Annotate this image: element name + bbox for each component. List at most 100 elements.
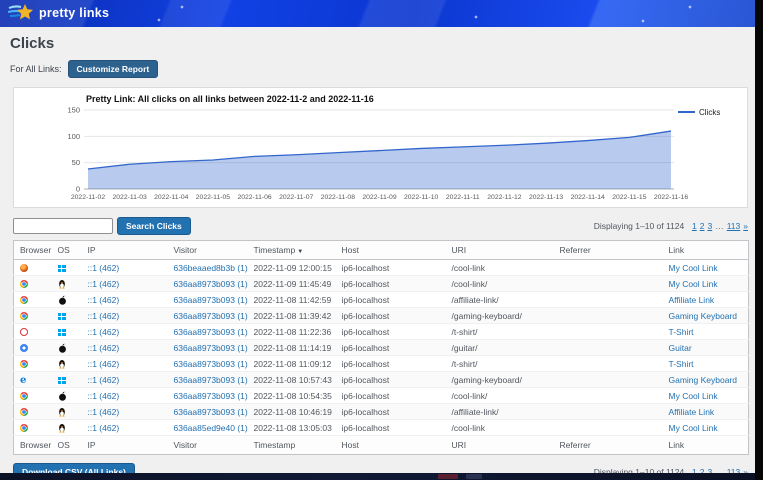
column-header-host[interactable]: Host: [336, 241, 446, 260]
pretty-link-link[interactable]: T-Shirt: [669, 359, 694, 369]
ip-link[interactable]: ::1 (462): [88, 391, 120, 401]
customize-report-button[interactable]: Customize Report: [68, 60, 159, 78]
ip-link[interactable]: ::1 (462): [88, 375, 120, 385]
click-row-9: ::1 (462)636aa8973b093 (1)2022-11-08 10:…: [14, 388, 749, 404]
click-row-1: ::1 (462)636beaaed8b3b (1)2022-11-09 12:…: [14, 260, 749, 276]
timestamp-value: 2022-11-08 11:09:12: [254, 359, 332, 369]
svg-text:50: 50: [72, 158, 80, 167]
visitor-link[interactable]: 636aa8973b093 (1): [174, 359, 248, 369]
column-header-ip[interactable]: IP: [82, 436, 168, 455]
logo-text: pretty links: [39, 6, 109, 20]
chrome-icon: [20, 312, 28, 320]
ip-link[interactable]: ::1 (462): [88, 359, 120, 369]
visitor-link[interactable]: 636aa8973b093 (1): [174, 407, 248, 417]
host-cell: ip6-localhost: [336, 388, 446, 404]
pretty-link-link[interactable]: Affiliate Link: [669, 407, 715, 417]
ip-cell: ::1 (462): [82, 340, 168, 356]
timestamp-cell: 2022-11-08 11:39:42: [248, 308, 336, 324]
uri-cell: /cool-link: [446, 260, 554, 276]
visitor-cell: 636aa85ed9e40 (1): [168, 420, 248, 436]
ip-link[interactable]: ::1 (462): [88, 295, 120, 305]
os-cell: [52, 292, 82, 308]
browser-cell: [14, 292, 52, 308]
click-row-7: ::1 (462) 636aa8973b093 (1) 2022-11-08 11:…: [14, 356, 749, 372]
visitor-link[interactable]: 636aa8973b093 (1): [174, 279, 248, 289]
taskbar: [0, 473, 755, 480]
ip-link[interactable]: ::1 (462): [88, 343, 120, 353]
ip-link[interactable]: ::1 (462): [88, 327, 120, 337]
column-header-ip[interactable]: IP: [82, 241, 168, 260]
windows-icon: [58, 313, 66, 320]
timestamp-cell: 2022-11-08 13:05:03: [248, 420, 336, 436]
svg-text:0: 0: [76, 185, 80, 194]
page-link-last[interactable]: 113: [727, 221, 741, 231]
host-value: ip6-localhost: [342, 279, 390, 289]
column-header-referrer[interactable]: Referrer: [554, 436, 663, 455]
pretty-link-link[interactable]: My Cool Link: [669, 279, 718, 289]
column-header-timestamp[interactable]: Timestamp▼: [248, 241, 336, 260]
ip-link[interactable]: ::1 (462): [88, 311, 120, 321]
ip-link[interactable]: ::1 (462): [88, 407, 120, 417]
visitor-cell: 636aa8973b093 (1): [168, 404, 248, 420]
pretty-link-link[interactable]: Gaming Keyboard: [669, 375, 738, 385]
page-link-2[interactable]: 2: [700, 221, 705, 231]
os-cell: [52, 356, 82, 372]
column-header-os[interactable]: OS: [52, 436, 82, 455]
pretty-link-link[interactable]: T-Shirt: [669, 327, 694, 337]
linux-tux-icon: [58, 359, 66, 369]
ip-link[interactable]: ::1 (462): [88, 279, 120, 289]
next-page-link[interactable]: »: [743, 221, 748, 231]
browser-cell: [14, 324, 52, 340]
pretty-link-link[interactable]: Affiliate Link: [669, 295, 715, 305]
svg-text:2022-11-02: 2022-11-02: [71, 194, 105, 201]
ip-cell: ::1 (462): [82, 404, 168, 420]
svg-text:100: 100: [67, 132, 80, 141]
ip-link[interactable]: ::1 (462): [88, 263, 120, 273]
visitor-link[interactable]: 636aa85ed9e40 (1): [174, 423, 248, 433]
column-header-visitor[interactable]: Visitor: [168, 241, 248, 260]
pretty-link-link[interactable]: Guitar: [669, 343, 692, 353]
column-header-os[interactable]: OS: [52, 241, 82, 260]
chrome-icon: [20, 360, 28, 368]
column-header-host[interactable]: Host: [336, 436, 446, 455]
column-header-visitor[interactable]: Visitor: [168, 436, 248, 455]
uri-cell: /affiliate-link/: [446, 292, 554, 308]
ip-link[interactable]: ::1 (462): [88, 423, 120, 433]
column-header-link[interactable]: Link: [663, 241, 749, 260]
page-link-3[interactable]: 3: [707, 221, 712, 231]
os-cell: [52, 340, 82, 356]
visitor-link[interactable]: 636aa8973b093 (1): [174, 311, 248, 321]
click-row-8: e::1 (462)636aa8973b093 (1)2022-11-08 10…: [14, 372, 749, 388]
search-clicks-button[interactable]: Search Clicks: [117, 217, 191, 235]
visitor-link[interactable]: 636aa8973b093 (1): [174, 391, 248, 401]
column-header-uri[interactable]: URI: [446, 436, 554, 455]
svg-text:2022-11-07: 2022-11-07: [279, 194, 313, 201]
column-header-referrer[interactable]: Referrer: [554, 241, 663, 260]
column-header-browser[interactable]: Browser: [14, 241, 52, 260]
visitor-link[interactable]: 636aa8973b093 (1): [174, 343, 248, 353]
page-title: Clicks: [10, 35, 755, 52]
pretty-link-link[interactable]: My Cool Link: [669, 423, 718, 433]
pretty-link-link[interactable]: My Cool Link: [669, 391, 718, 401]
timestamp-value: 2022-11-09 11:45:49: [254, 279, 332, 289]
click-row-10: ::1 (462)636aa8973b093 (1)2022-11-08 10:…: [14, 404, 749, 420]
timestamp-cell: 2022-11-08 11:14:19: [248, 340, 336, 356]
page-link-1[interactable]: 1: [692, 221, 697, 231]
column-header-timestamp[interactable]: Timestamp: [248, 436, 336, 455]
column-header-uri[interactable]: URI: [446, 241, 554, 260]
browser-cell: [14, 308, 52, 324]
visitor-link[interactable]: 636beaaed8b3b (1): [174, 263, 248, 273]
visitor-link[interactable]: 636aa8973b093 (1): [174, 375, 248, 385]
search-input[interactable]: [13, 218, 113, 234]
visitor-link[interactable]: 636aa8973b093 (1): [174, 295, 248, 305]
pretty-link-link[interactable]: Gaming Keyboard: [669, 311, 738, 321]
column-header-browser[interactable]: Browser: [14, 436, 52, 455]
visitor-link[interactable]: 636aa8973b093 (1): [174, 327, 248, 337]
pretty-link-link[interactable]: My Cool Link: [669, 263, 718, 273]
svg-text:2022-11-03: 2022-11-03: [113, 194, 147, 201]
ip-cell: ::1 (462): [82, 356, 168, 372]
link-cell: My Cool Link: [663, 388, 749, 404]
column-header-link[interactable]: Link: [663, 436, 749, 455]
visitor-cell: 636aa8973b093 (1): [168, 388, 248, 404]
host-value: ip6-localhost: [342, 407, 390, 417]
